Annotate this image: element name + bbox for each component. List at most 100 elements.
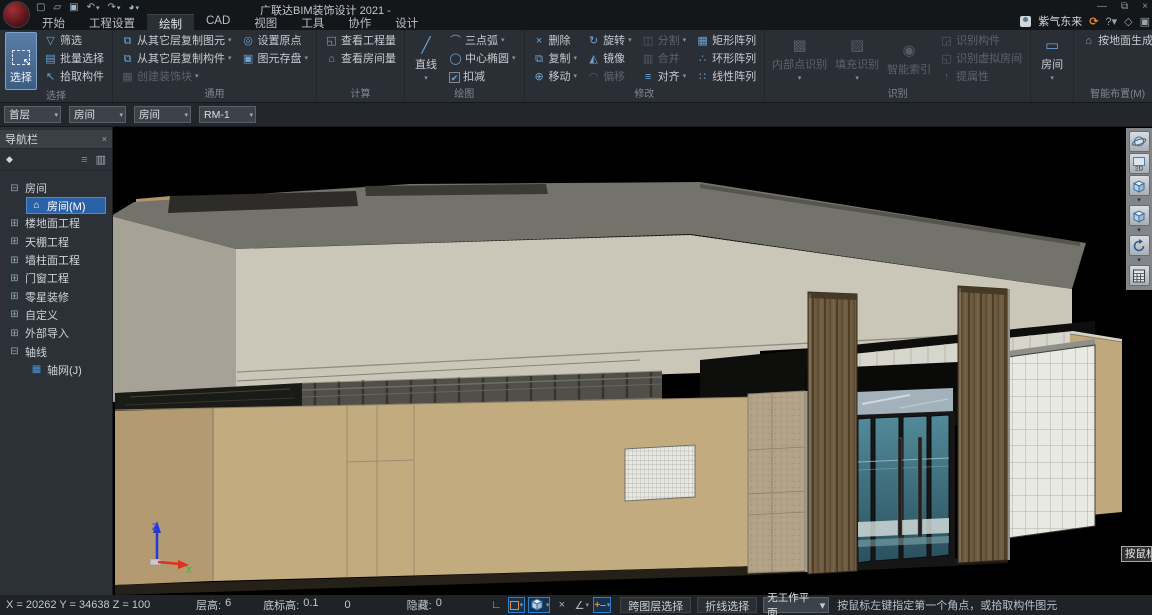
tab-8[interactable]: 设计 — [383, 14, 430, 30]
tree-item-4[interactable]: ⊞天棚工程 — [0, 233, 112, 251]
angle-toggle[interactable]: ∠▾ — [573, 597, 590, 613]
align-button[interactable]: ≡对齐▾ — [639, 69, 690, 85]
undo-icon[interactable]: ↶ — [87, 1, 100, 15]
user-name[interactable]: 紫气东来 — [1038, 13, 1082, 29]
tab-2[interactable]: 工程设置 — [77, 14, 147, 30]
delete-button[interactable]: ×删除 — [530, 33, 581, 49]
view-room-quantity-button[interactable]: ⌂查看房间量 — [322, 51, 399, 67]
linear-array-button[interactable]: ∷线性阵列 — [693, 69, 759, 85]
collapsed-icon[interactable]: ⊞ — [8, 236, 21, 247]
collapsed-icon[interactable]: ⊞ — [8, 273, 21, 284]
tree-item-3[interactable]: ⊞ 楼地面工程 — [0, 214, 112, 232]
chevron-down-icon[interactable]: ▾ — [1137, 197, 1141, 204]
expanded-icon[interactable]: ⊟ — [8, 183, 21, 194]
view-2d-tool[interactable]: 2D — [1129, 153, 1150, 174]
avatar[interactable] — [1020, 16, 1031, 27]
calculator-tool[interactable] — [1129, 265, 1150, 286]
tab-6[interactable]: 工具 — [289, 14, 336, 30]
panel-view-icon[interactable]: ▥ — [96, 153, 106, 166]
workplane-selector[interactable]: 无工作平面▾ — [763, 597, 829, 613]
copy-comp-from-layer-button[interactable]: ⧉从其它层复制构件▾ — [118, 51, 235, 67]
tree-item-5[interactable]: ⊞墙柱面工程 — [0, 251, 112, 269]
collapsed-icon[interactable]: ⊞ — [8, 309, 21, 320]
viewport-3d[interactable]: Z X 2D▾▾▾ 按鼠标左 — [113, 127, 1152, 595]
screen-icon[interactable]: ▣ — [1140, 15, 1150, 28]
polyline-select-button[interactable]: 折线选择 — [697, 597, 757, 613]
checkbox-icon[interactable]: ✔ — [449, 72, 460, 83]
app-logo-icon[interactable] — [3, 1, 30, 28]
three-point-arc-button[interactable]: ⌒三点弧▾ — [446, 33, 519, 49]
ribbon-group-6: ▩内部点识别▾▨填充识别▾◉智能索引◲识别构件◱识别虚拟房间↑提属性识别 — [765, 30, 1031, 102]
collapsed-icon[interactable]: ⊞ — [8, 328, 21, 339]
room-button[interactable]: ▭房间▾ — [1034, 31, 1070, 89]
tree-item-label: 楼地面工程 — [25, 215, 80, 231]
tab-1[interactable]: 开始 — [30, 14, 77, 30]
cross-layer-select-button[interactable]: 跨图层选择 — [620, 597, 691, 613]
center-ellipse-button[interactable]: ◯中心椭圆▾ — [446, 51, 519, 67]
tree-item-9[interactable]: ⊞外部导入 — [0, 324, 112, 342]
polar-array-button[interactable]: ∴环形阵列 — [693, 51, 759, 67]
cross-toggle[interactable]: × — [553, 597, 570, 613]
tree-item-7[interactable]: ⊞零星装修 — [0, 287, 112, 305]
tab-5[interactable]: 视图 — [242, 14, 289, 30]
deduction-checkbox[interactable]: ✔扣减 — [446, 69, 519, 85]
view-cube-toggle[interactable]: ▾ — [528, 597, 551, 613]
sync-sphere-icon[interactable]: ◕ — [128, 1, 139, 15]
save-icon[interactable]: ▣ — [69, 1, 78, 14]
close-button[interactable]: × — [1142, 0, 1148, 13]
new-file-icon[interactable]: ▢ — [36, 1, 45, 14]
chevron-down-icon[interactable]: ▾ — [1137, 227, 1141, 234]
minimize-button[interactable]: — — [1097, 0, 1107, 13]
restore-button[interactable]: ⧉ — [1121, 0, 1128, 13]
sync-icon[interactable]: ⟳ — [1089, 15, 1098, 28]
redo-icon[interactable]: ↷ — [108, 1, 121, 15]
perspective-view-tool[interactable] — [1129, 205, 1150, 226]
chevron-down-icon: ▾ — [628, 34, 632, 48]
tree-item-1[interactable]: ⊟房间 — [0, 179, 112, 197]
open-file-icon[interactable]: ▱ — [53, 1, 61, 14]
select-button[interactable]: 选择 — [5, 32, 37, 90]
rotate-view-tool[interactable] — [1129, 235, 1150, 256]
rotate-button[interactable]: ↻旋转▾ — [584, 33, 635, 49]
tab-7[interactable]: 协作 — [336, 14, 383, 30]
set-origin-button[interactable]: ◎设置原点 — [239, 33, 312, 49]
save-element-button[interactable]: ▣图元存盘▾ — [239, 51, 312, 67]
collapsed-icon[interactable]: ⊞ — [8, 218, 21, 229]
generate-by-floor-button[interactable]: ⌂按地面生成 — [1079, 33, 1152, 49]
element-name-selector[interactable]: RM-1▾ — [199, 106, 256, 123]
tab-4[interactable]: CAD — [194, 14, 242, 30]
collapsed-icon[interactable]: ⊞ — [8, 291, 21, 302]
view-quantity-button[interactable]: ◱查看工程量 — [322, 33, 399, 49]
help-icon[interactable]: ?▾ — [1105, 15, 1117, 28]
category-selector[interactable]: 房间▾ — [69, 106, 126, 123]
theme-icon[interactable]: ◇ — [1124, 15, 1132, 28]
tree-item-8[interactable]: ⊞自定义 — [0, 306, 112, 324]
ortho-toggle[interactable]: ∟ — [488, 597, 505, 613]
move-button[interactable]: ⊕移动▾ — [530, 69, 581, 85]
isometric-view-tool[interactable] — [1129, 175, 1150, 196]
tree-item-11[interactable]: ▦轴网(J) — [0, 361, 112, 379]
expanded-icon[interactable]: ⊟ — [8, 346, 21, 357]
tracking-toggle[interactable]: +‒▾ — [593, 597, 611, 613]
rect-array-button[interactable]: ▦矩形阵列 — [693, 33, 759, 49]
selection-box-toggle[interactable]: ▾ — [508, 597, 525, 613]
tab-3[interactable]: 绘制 — [147, 14, 194, 30]
collapsed-icon[interactable]: ⊞ — [8, 255, 21, 266]
orbit-tool[interactable] — [1129, 131, 1150, 152]
tree-item-6[interactable]: ⊞门窗工程 — [0, 269, 112, 287]
floor-selector[interactable]: 首层▾ — [4, 106, 61, 123]
line-button[interactable]: ╱直线▾ — [408, 31, 444, 89]
pick-element-button[interactable]: ↖拾取构件 — [41, 69, 107, 85]
tree-item-10[interactable]: ⊟轴线 — [0, 342, 112, 360]
batch-select-button[interactable]: ▤批量选择 — [41, 51, 107, 67]
element-type-selector[interactable]: 房间▾ — [134, 106, 191, 123]
list-view-icon[interactable]: ≡ — [81, 154, 87, 166]
chevron-down-icon[interactable]: ▾ — [1137, 257, 1141, 264]
mirror-button[interactable]: ◭镜像 — [584, 51, 635, 67]
copy-from-layer-button[interactable]: ⧉从其它层复制图元▾ — [118, 33, 235, 49]
sparkle-icon[interactable]: ◆ — [6, 154, 13, 165]
tree-item-2[interactable]: ⌂房间(M) — [26, 197, 106, 214]
panel-close-icon[interactable]: × — [102, 134, 107, 144]
copy-button[interactable]: ⧉复制▾ — [530, 51, 581, 67]
filter-button[interactable]: ▽筛选 — [41, 33, 107, 49]
